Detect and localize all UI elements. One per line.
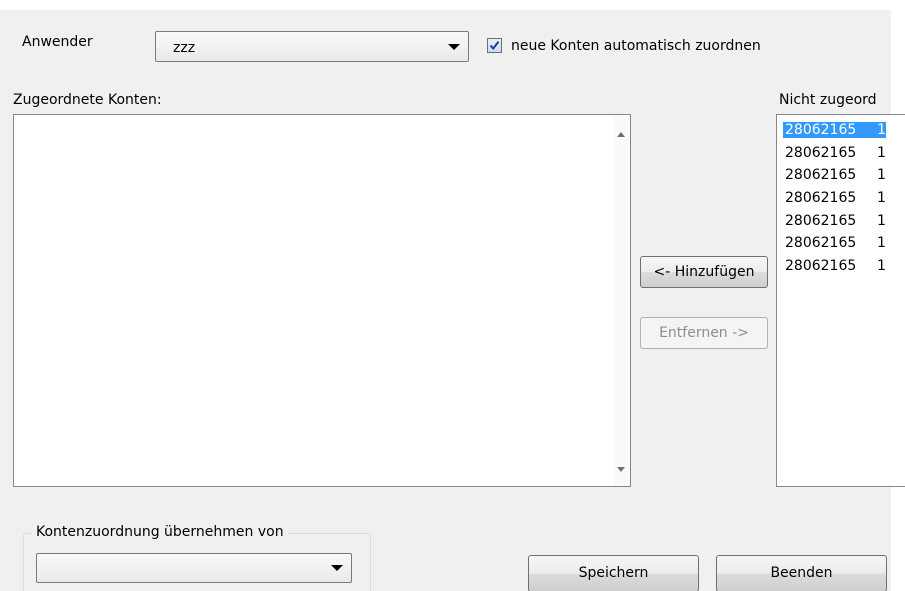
list-item[interactable]: 28062165 1	[783, 258, 886, 274]
copy-from-combobox[interactable]	[36, 553, 352, 583]
user-label: Anwender	[22, 34, 93, 50]
assigned-accounts-label: Zugeordnete Konten:	[13, 92, 162, 108]
list-item[interactable]: 28062165 1	[783, 190, 886, 206]
auto-assign-label[interactable]: neue Konten automatisch zuordnen	[511, 38, 761, 54]
add-button[interactable]: <- Hinzufügen	[640, 256, 768, 288]
account-number: 28062165	[785, 235, 857, 251]
copy-assignment-group-title: Kontenzuordnung übernehmen von	[32, 524, 288, 540]
account-assignment-dialog: Anwender zzz neue Konten automatisch zuo…	[0, 0, 905, 591]
account-suffix: 1	[877, 235, 886, 251]
unassigned-accounts-list[interactable]: 28062165 1 28062165 1 28062165 1 28062165 1 …	[776, 114, 905, 487]
account-suffix: 1	[877, 122, 886, 138]
save-button[interactable]: Speichern	[528, 555, 699, 591]
account-number: 28062165	[785, 258, 857, 274]
account-number: 28062165	[785, 122, 857, 138]
top-edge	[0, 0, 905, 10]
scroll-down-icon[interactable]	[617, 467, 625, 472]
list-item[interactable]: 28062165 1	[783, 145, 886, 161]
chevron-down-icon[interactable]	[331, 565, 343, 571]
list-item[interactable]: 28062165 1	[783, 167, 886, 183]
account-number: 28062165	[785, 145, 857, 161]
remove-button[interactable]: Entfernen ->	[640, 317, 768, 349]
list-item[interactable]: 28062165 1	[783, 213, 886, 229]
account-number: 28062165	[785, 190, 857, 206]
account-suffix: 1	[877, 190, 886, 206]
account-suffix: 1	[877, 213, 886, 229]
close-button[interactable]: Beenden	[716, 555, 887, 591]
chevron-down-icon[interactable]	[448, 43, 460, 50]
unassigned-accounts-label: Nicht zugeord	[779, 92, 877, 108]
auto-assign-checkbox[interactable]	[487, 38, 502, 53]
checkmark-icon	[489, 41, 500, 51]
assigned-accounts-list[interactable]	[13, 114, 631, 487]
account-suffix: 1	[877, 145, 886, 161]
account-suffix: 1	[877, 167, 886, 183]
account-number: 28062165	[785, 213, 857, 229]
account-suffix: 1	[877, 258, 886, 274]
user-combobox[interactable]: zzz	[155, 31, 469, 62]
assigned-list-scrollbar[interactable]	[613, 115, 630, 486]
list-item[interactable]: 28062165 1	[783, 235, 886, 251]
scroll-up-icon[interactable]	[617, 132, 625, 137]
list-item[interactable]: 28062165 1	[783, 122, 886, 138]
user-combobox-value: zzz	[173, 40, 196, 56]
account-number: 28062165	[785, 167, 857, 183]
